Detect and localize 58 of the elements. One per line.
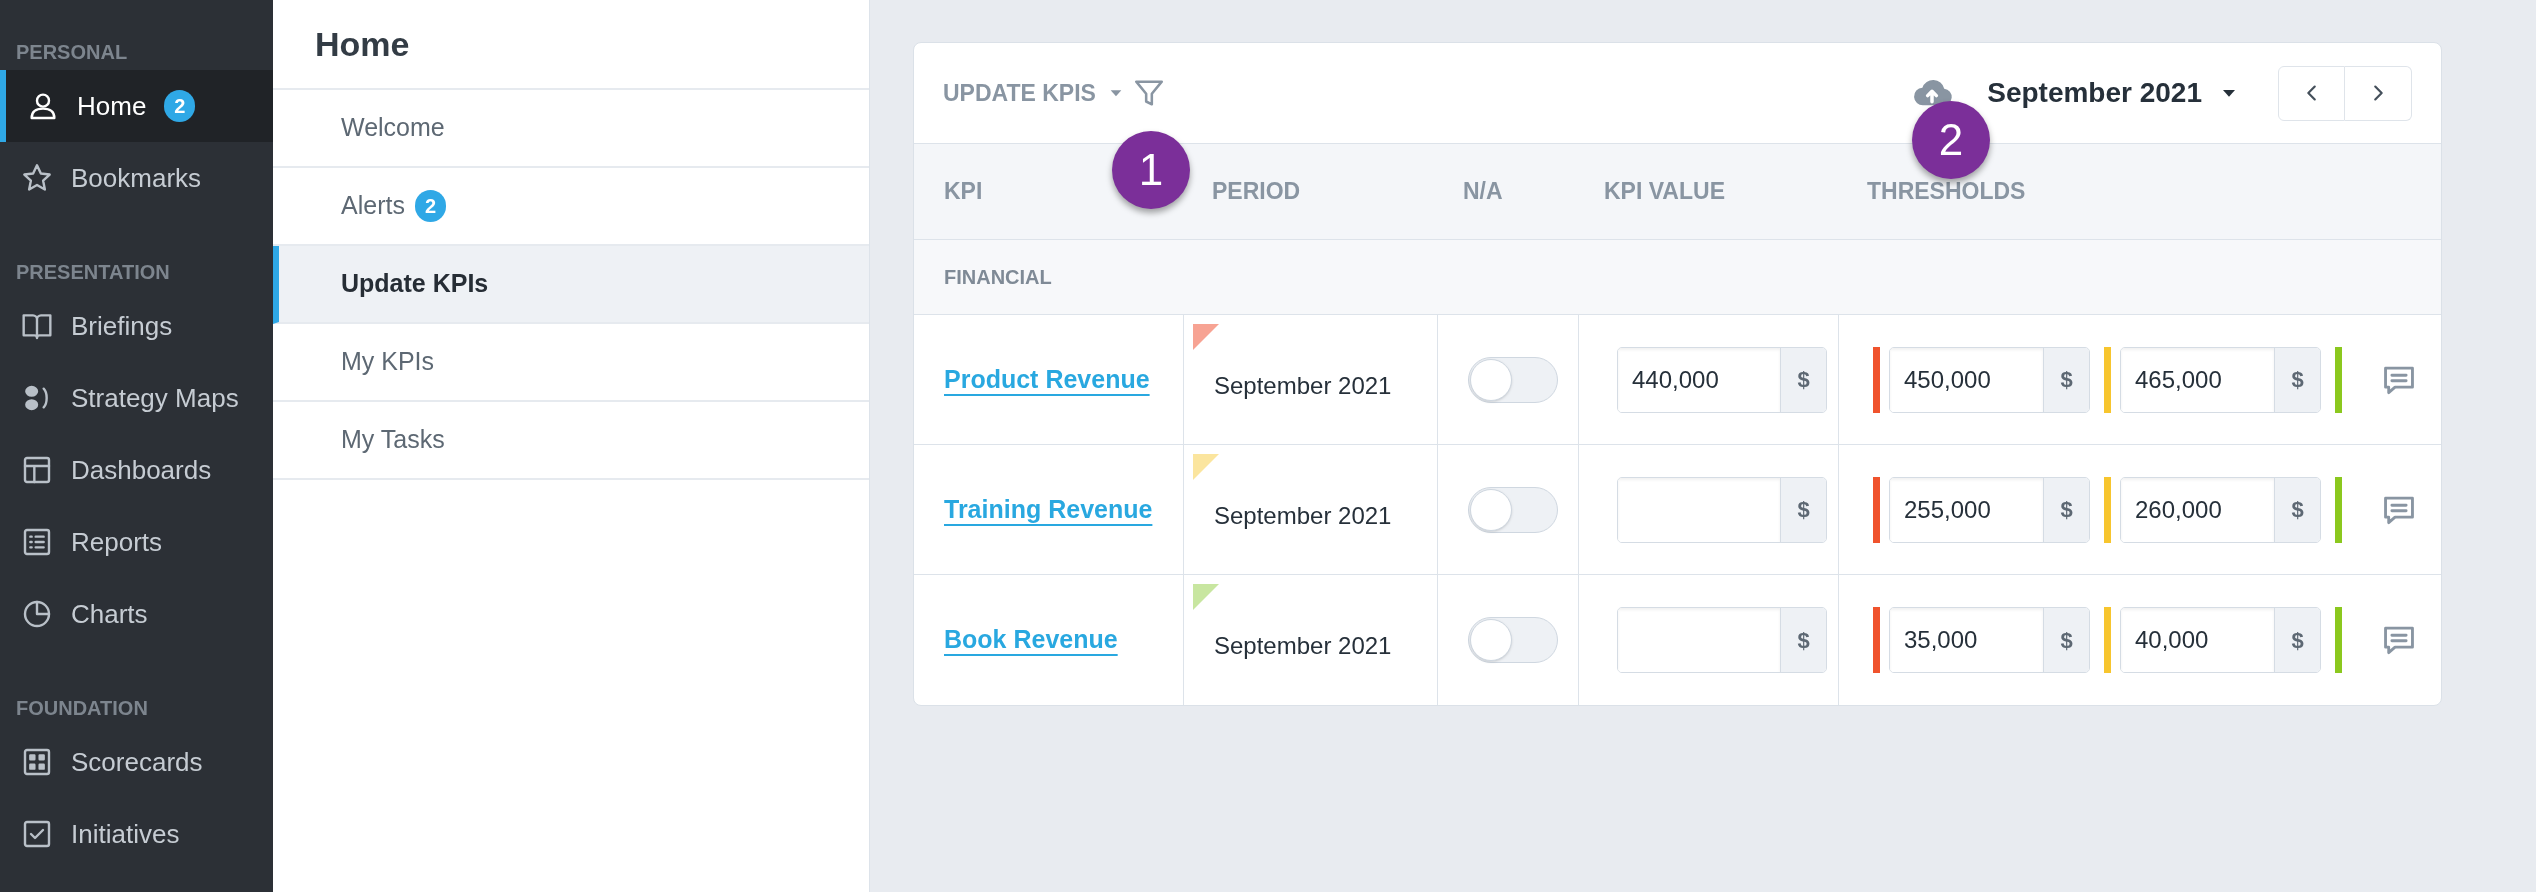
list-icon <box>21 526 53 558</box>
toggle-switch[interactable] <box>1468 486 1558 533</box>
sidebar-item[interactable]: Bookmarks <box>0 142 273 214</box>
value-input[interactable]: $ <box>1617 607 1827 673</box>
threshold-bar <box>2335 346 2342 413</box>
value-input[interactable]: 440,000 $ <box>1617 346 1827 413</box>
nav-item[interactable]: Welcome <box>273 90 869 168</box>
value-input[interactable]: $ <box>1617 476 1827 543</box>
threshold-input[interactable]: 260,000 $ <box>2120 476 2321 543</box>
next-button[interactable] <box>2345 65 2412 121</box>
threshold-bar <box>2104 346 2111 413</box>
nav-item[interactable]: My KPIs <box>273 324 869 402</box>
sidebar-item[interactable]: Initiatives <box>0 798 273 870</box>
column-header: N/A <box>1463 178 1503 205</box>
nav-item[interactable]: Update KPIs <box>273 246 869 324</box>
grid-icon <box>21 746 53 778</box>
period-text: September 2021 <box>1214 370 1392 401</box>
previous-button[interactable] <box>2278 65 2345 121</box>
threshold-input[interactable]: 450,000 $ <box>1889 346 2090 413</box>
nav-item[interactable]: My Tasks <box>273 402 869 480</box>
threshold-bar <box>2335 607 2342 673</box>
threshold-bar <box>2335 476 2342 543</box>
page-title: Home <box>315 23 410 65</box>
threshold-bar <box>1873 607 1880 673</box>
section-heading: PRESENTATION <box>15 260 171 285</box>
toggle-switch[interactable] <box>1468 617 1558 663</box>
column-header: KPI VALUE <box>1604 178 1725 205</box>
toggle-switch[interactable] <box>1468 356 1558 403</box>
section-heading: FOUNDATION <box>15 696 149 721</box>
sidebar-item[interactable]: Charts <box>0 578 273 650</box>
threshold-bar <box>2104 607 2111 673</box>
column-header: KPI <box>944 178 983 205</box>
sidebar-item[interactable]: Reports <box>0 506 273 578</box>
star-icon <box>21 162 53 194</box>
threshold-bar <box>1873 476 1880 543</box>
threshold-input[interactable]: 255,000 $ <box>1889 476 2090 543</box>
threshold-input[interactable]: 465,000 $ <box>2120 346 2321 413</box>
section-heading: PERSONAL <box>15 40 129 65</box>
column-header: PERIOD <box>1212 178 1301 205</box>
dashboard-icon <box>21 454 53 486</box>
sidebar-item[interactable]: Dashboards <box>0 434 273 506</box>
sidebar-item[interactable]: Scorecards <box>0 726 273 798</box>
group-label: FINANCIAL <box>944 265 1052 290</box>
threshold-bar <box>1873 346 1880 413</box>
column-header: THRESHOLDS <box>1867 178 2026 205</box>
count-badge: 2 <box>164 90 196 122</box>
threshold-input[interactable]: 35,000 $ <box>1889 607 2090 673</box>
sidebar-item[interactable]: Strategy Maps <box>0 362 273 434</box>
period-text: September 2021 <box>1214 631 1392 661</box>
threshold-input[interactable]: 40,000 $ <box>2120 607 2321 673</box>
count-badge: 2 <box>414 190 447 222</box>
pie-chart-icon <box>21 598 53 630</box>
period-dropdown[interactable]: September 2021 <box>1987 72 2238 114</box>
threshold-bar <box>2104 476 2111 543</box>
sidebar-item[interactable]: Home 2 <box>0 70 273 142</box>
sidebar-item[interactable]: Briefings <box>0 290 273 362</box>
period-text: September 2021 <box>1214 500 1392 531</box>
checkbox-icon <box>21 818 53 850</box>
